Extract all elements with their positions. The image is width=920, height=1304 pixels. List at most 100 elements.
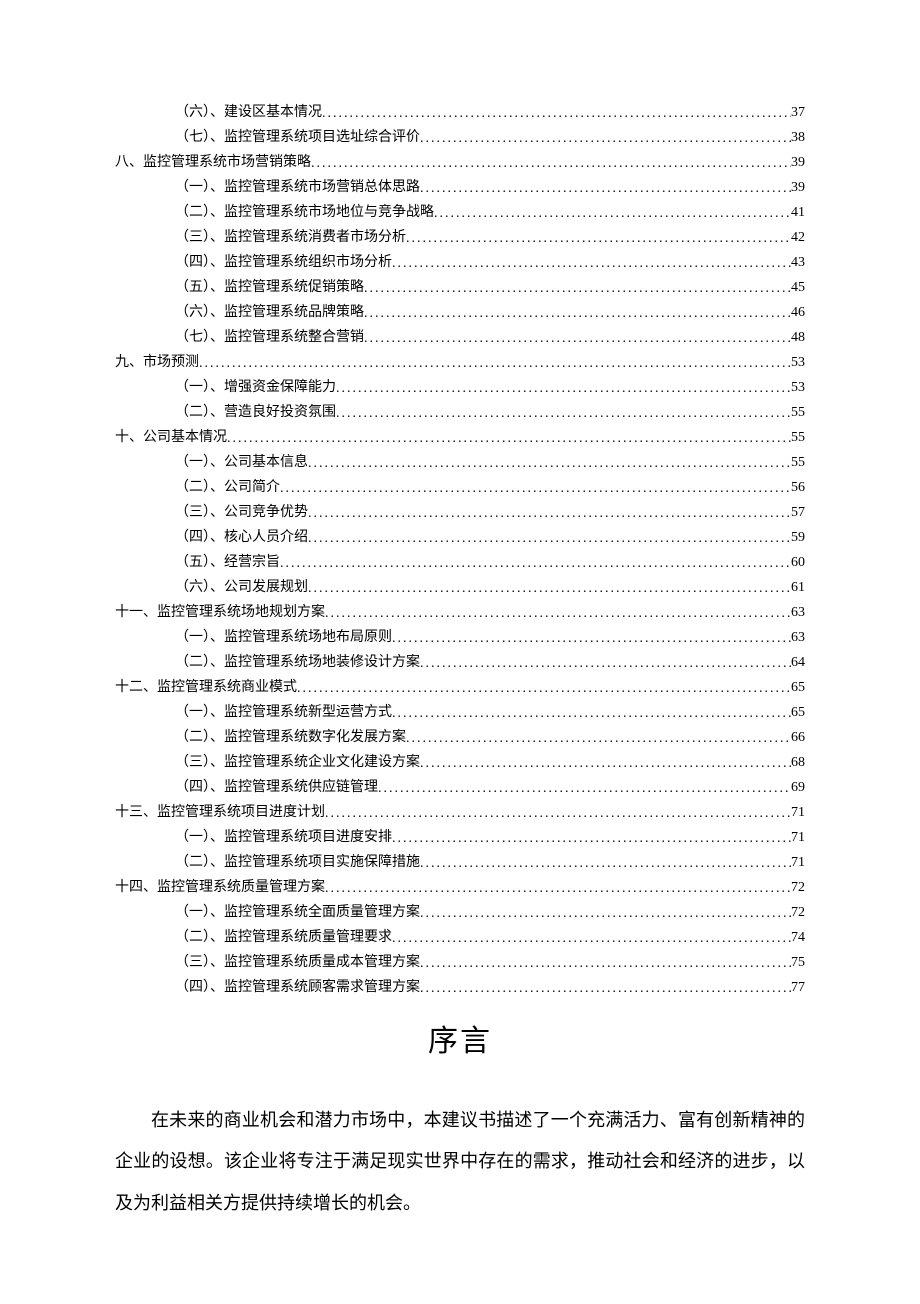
toc-entry: 九、市场预测53: [115, 350, 805, 375]
toc-entry-page: 48: [791, 325, 805, 350]
toc-leader-dots: [392, 826, 791, 851]
table-of-contents: （六）、建设区基本情况37（七）、监控管理系统项目选址综合评价38八、监控管理系…: [115, 100, 805, 1000]
toc-entry-page: 69: [791, 775, 805, 800]
toc-entry-page: 63: [791, 600, 805, 625]
toc-entry-label: （七）、监控管理系统项目选址综合评价: [175, 125, 420, 150]
toc-entry-page: 38: [791, 125, 805, 150]
toc-entry-label: （六）、监控管理系统品牌策略: [175, 300, 364, 325]
toc-entry-page: 53: [791, 375, 805, 400]
toc-entry-label: 十二、监控管理系统商业模式: [115, 675, 297, 700]
toc-entry-page: 65: [791, 700, 805, 725]
toc-entry-page: 55: [791, 400, 805, 425]
toc-leader-dots: [392, 626, 791, 651]
toc-entry-page: 72: [791, 875, 805, 900]
toc-entry-label: （五）、经营宗旨: [175, 550, 280, 575]
toc-entry-label: （二）、监控管理系统场地装修设计方案: [175, 650, 420, 675]
toc-entry-page: 74: [791, 925, 805, 950]
toc-entry-label: （二）、公司简介: [175, 475, 280, 500]
toc-entry: （四）、监控管理系统组织市场分析43: [115, 250, 805, 275]
toc-entry: （二）、监控管理系统市场地位与竞争战略41: [115, 200, 805, 225]
toc-leader-dots: [308, 576, 791, 601]
toc-leader-dots: [364, 326, 791, 351]
toc-entry-label: （五）、监控管理系统促销策略: [175, 275, 364, 300]
toc-leader-dots: [325, 876, 791, 901]
toc-leader-dots: [420, 126, 791, 151]
toc-leader-dots: [297, 676, 791, 701]
toc-entry: （二）、监控管理系统场地装修设计方案 64: [115, 650, 805, 675]
toc-entry: 十三、监控管理系统项目进度计划71: [115, 800, 805, 825]
toc-entry: （三）、监控管理系统质量成本管理方案 75: [115, 950, 805, 975]
toc-entry: （四）、核心人员介绍59: [115, 525, 805, 550]
toc-entry-label: （一）、监控管理系统项目进度安排: [175, 825, 392, 850]
toc-entry-page: 43: [791, 250, 805, 275]
toc-entry-label: （一）、监控管理系统新型运营方式: [175, 700, 392, 725]
toc-entry-page: 64: [791, 650, 805, 675]
toc-entry-label: （一）、监控管理系统场地布局原则: [175, 625, 392, 650]
toc-leader-dots: [325, 801, 791, 826]
toc-entry: （六）、监控管理系统品牌策略 46: [115, 300, 805, 325]
toc-leader-dots: [280, 476, 791, 501]
toc-leader-dots: [364, 301, 791, 326]
toc-entry: 十一、监控管理系统场地规划方案63: [115, 600, 805, 625]
toc-entry-page: 53: [791, 350, 805, 375]
toc-entry: （一）、监控管理系统新型运营方式 65: [115, 700, 805, 725]
toc-leader-dots: [325, 601, 791, 626]
toc-leader-dots: [392, 926, 791, 951]
toc-entry-label: 十三、监控管理系统项目进度计划: [115, 800, 325, 825]
toc-entry: 十、公司基本情况55: [115, 425, 805, 450]
toc-leader-dots: [392, 251, 791, 276]
toc-leader-dots: [308, 451, 791, 476]
toc-entry-label: （二）、营造良好投资氛围: [175, 400, 336, 425]
toc-entry-page: 42: [791, 225, 805, 250]
toc-leader-dots: [420, 976, 791, 1001]
toc-entry-page: 61: [791, 575, 805, 600]
toc-entry-page: 45: [791, 275, 805, 300]
toc-leader-dots: [336, 376, 791, 401]
toc-entry-page: 72: [791, 900, 805, 925]
toc-entry: （五）、经营宗旨 60: [115, 550, 805, 575]
toc-entry-page: 75: [791, 950, 805, 975]
toc-entry-page: 46: [791, 300, 805, 325]
toc-entry: （二）、监控管理系统数字化发展方案66: [115, 725, 805, 750]
toc-entry: （四）、监控管理系统供应链管理69: [115, 775, 805, 800]
toc-leader-dots: [308, 526, 791, 551]
toc-leader-dots: [420, 176, 791, 201]
preface-heading: 序言: [115, 1016, 805, 1060]
toc-entry: （一）、增强资金保障能力53: [115, 375, 805, 400]
toc-entry: （七）、监控管理系统项目选址综合评价 38: [115, 125, 805, 150]
toc-entry-page: 68: [791, 750, 805, 775]
toc-entry: （二）、监控管理系统项目实施保障措施71: [115, 850, 805, 875]
toc-entry-label: （二）、监控管理系统项目实施保障措施: [175, 850, 420, 875]
toc-entry: （六）、公司发展规划 61: [115, 575, 805, 600]
toc-entry-label: （三）、公司竞争优势: [175, 500, 308, 525]
toc-leader-dots: [420, 851, 791, 876]
toc-entry-label: （二）、监控管理系统数字化发展方案: [175, 725, 406, 750]
toc-entry-page: 39: [791, 175, 805, 200]
toc-entry-label: （一）、公司基本信息: [175, 450, 308, 475]
toc-entry: （二）、营造良好投资氛围 55: [115, 400, 805, 425]
toc-leader-dots: [311, 151, 791, 176]
toc-entry: （一）、监控管理系统场地布局原则63: [115, 625, 805, 650]
toc-entry-page: 57: [791, 500, 805, 525]
toc-entry-label: 十、公司基本情况: [115, 425, 227, 450]
toc-entry-page: 71: [791, 825, 805, 850]
toc-entry-label: （六）、公司发展规划: [175, 575, 308, 600]
toc-entry-label: （一）、监控管理系统全面质量管理方案: [175, 900, 420, 925]
toc-entry-page: 37: [791, 100, 805, 125]
toc-entry: （七）、监控管理系统整合营销 48: [115, 325, 805, 350]
toc-entry-page: 55: [791, 450, 805, 475]
toc-entry: （一）、公司基本信息 55: [115, 450, 805, 475]
toc-entry-page: 59: [791, 525, 805, 550]
toc-entry: （三）、监控管理系统企业文化建设方案68: [115, 750, 805, 775]
document-page: （六）、建设区基本情况37（七）、监控管理系统项目选址综合评价38八、监控管理系…: [0, 0, 920, 1304]
toc-entry-label: （三）、监控管理系统质量成本管理方案: [175, 950, 420, 975]
toc-entry: （二）、公司简介56: [115, 475, 805, 500]
toc-entry: （三）、公司竞争优势 57: [115, 500, 805, 525]
toc-leader-dots: [227, 426, 791, 451]
toc-leader-dots: [420, 901, 791, 926]
toc-entry-label: （六）、建设区基本情况: [175, 100, 322, 125]
toc-entry-page: 60: [791, 550, 805, 575]
toc-leader-dots: [420, 751, 791, 776]
toc-entry-label: （七）、监控管理系统整合营销: [175, 325, 364, 350]
toc-leader-dots: [280, 551, 791, 576]
